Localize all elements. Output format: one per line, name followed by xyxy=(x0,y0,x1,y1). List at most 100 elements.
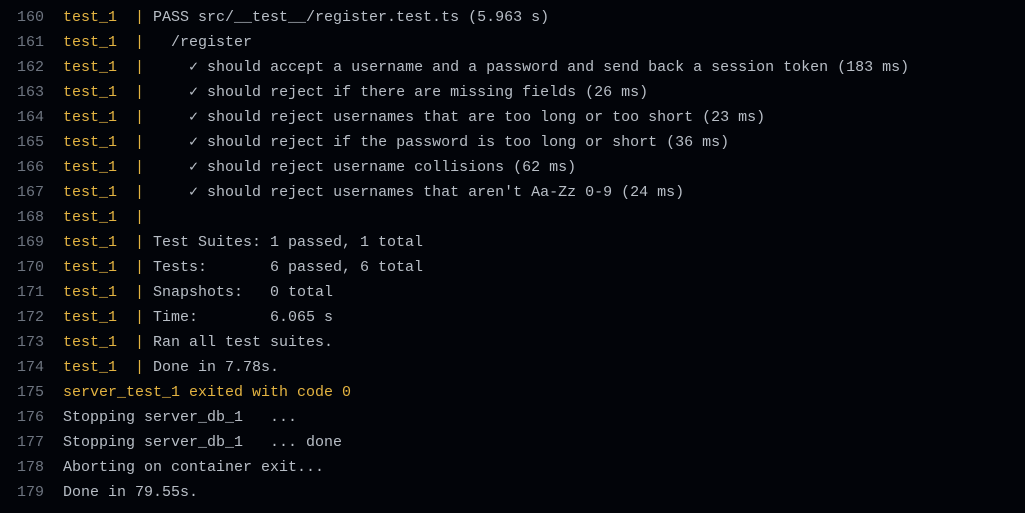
service-name: test_1 xyxy=(63,134,118,151)
line-number: 172 xyxy=(16,309,44,326)
log-message: Time: 6.065 s xyxy=(153,309,334,326)
log-content: Stopping server_db_1 ... xyxy=(63,405,297,430)
log-line: 174 test_1 | Done in 7.78s. xyxy=(0,355,1025,380)
log-content: test_1 | Time: 6.065 s xyxy=(63,305,333,330)
line-number: 178 xyxy=(16,459,44,476)
service-name: test_1 xyxy=(63,84,118,101)
log-content: test_1 | Done in 7.78s. xyxy=(63,355,279,380)
service-separator: | xyxy=(135,34,154,51)
log-content: test_1 | /register xyxy=(63,30,252,55)
log-content: test_1 | ✓ should reject if there are mis… xyxy=(63,80,648,105)
service-separator: | xyxy=(135,359,154,376)
log-content: test_1 | Tests: 6 passed, 6 total xyxy=(63,255,423,280)
log-line: 178 Aborting on container exit... xyxy=(0,455,1025,480)
service-separator: | xyxy=(135,109,154,126)
log-line: 170 test_1 | Tests: 6 passed, 6 total xyxy=(0,255,1025,280)
log-message: Ran all test suites. xyxy=(153,334,334,351)
service-separator: | xyxy=(135,234,154,251)
log-line: 173 test_1 | Ran all test suites. xyxy=(0,330,1025,355)
log-message: Aborting on container exit... xyxy=(63,459,325,476)
service-separator: | xyxy=(135,134,154,151)
log-message: ✓ should accept a username and a passwor… xyxy=(153,59,910,76)
log-message: PASS src/__test__/register.test.ts (5.96… xyxy=(153,9,550,26)
service-name: test_1 xyxy=(63,34,118,51)
log-content: test_1 | ✓ should reject usernames that a… xyxy=(63,105,765,130)
log-line: 177 Stopping server_db_1 ... done xyxy=(0,430,1025,455)
line-number: 170 xyxy=(16,259,44,276)
log-message: Done in 7.78s. xyxy=(153,359,280,376)
log-content: test_1 | PASS src/__test__/register.test.… xyxy=(63,5,549,30)
service-name: test_1 xyxy=(63,9,118,26)
log-message: Stopping server_db_1 ... xyxy=(63,409,298,426)
log-content: test_1 | ✓ should reject usernames that a… xyxy=(63,180,684,205)
service-separator: | xyxy=(135,209,154,226)
service-separator: | xyxy=(135,9,154,26)
line-number: 179 xyxy=(16,484,44,501)
line-number: 175 xyxy=(16,384,44,401)
log-message: Snapshots: 0 total xyxy=(153,284,334,301)
line-number: 160 xyxy=(16,9,44,26)
service-name: test_1 xyxy=(63,159,118,176)
log-message: Test Suites: 1 passed, 1 total xyxy=(153,234,424,251)
service-separator: | xyxy=(135,184,154,201)
service-separator: | xyxy=(135,284,154,301)
log-line: 160 test_1 | PASS src/__test__/register.te… xyxy=(0,5,1025,30)
log-content: test_1 | ✓ should reject if the password … xyxy=(63,130,729,155)
service-separator: | xyxy=(135,309,154,326)
line-number: 169 xyxy=(16,234,44,251)
line-number: 163 xyxy=(16,84,44,101)
service-name: test_1 xyxy=(63,109,118,126)
log-line: 162 test_1 | ✓ should accept a username an… xyxy=(0,55,1025,80)
line-number: 164 xyxy=(16,109,44,126)
service-separator: | xyxy=(135,59,154,76)
log-line: 165 test_1 | ✓ should reject if the passwo… xyxy=(0,130,1025,155)
log-content: test_1 | ✓ should accept a username and a… xyxy=(63,55,909,80)
log-line: 167 test_1 | ✓ should reject usernames tha… xyxy=(0,180,1025,205)
log-line: 179 Done in 79.55s. xyxy=(0,480,1025,505)
log-message: ✓ should reject if the password is too l… xyxy=(153,134,730,151)
log-message: ✓ should reject usernames that are too l… xyxy=(153,109,766,126)
log-content: Done in 79.55s. xyxy=(63,480,198,505)
log-line: 175 server_test_1 exited with code 0 xyxy=(0,380,1025,405)
log-line: 163 test_1 | ✓ should reject if there are … xyxy=(0,80,1025,105)
log-line: 176 Stopping server_db_1 ... xyxy=(0,405,1025,430)
log-message: Stopping server_db_1 ... done xyxy=(63,434,343,451)
log-message: server_test_1 exited with code 0 xyxy=(63,384,352,401)
service-name: test_1 xyxy=(63,209,118,226)
line-number: 174 xyxy=(16,359,44,376)
log-line: 172 test_1 | Time: 6.065 s xyxy=(0,305,1025,330)
log-line: 169 test_1 | Test Suites: 1 passed, 1 tota… xyxy=(0,230,1025,255)
log-message: ✓ should reject username collisions (62 … xyxy=(153,159,577,176)
service-name: test_1 xyxy=(63,309,118,326)
line-number: 171 xyxy=(16,284,44,301)
line-number: 177 xyxy=(16,434,44,451)
log-message: Tests: 6 passed, 6 total xyxy=(153,259,424,276)
log-line: 166 test_1 | ✓ should reject username coll… xyxy=(0,155,1025,180)
service-separator: | xyxy=(135,259,154,276)
log-line: 161 test_1 | /register xyxy=(0,30,1025,55)
log-message: /register xyxy=(153,34,253,51)
line-number: 167 xyxy=(16,184,44,201)
log-content: test_1 | Ran all test suites. xyxy=(63,330,333,355)
log-line: 164 test_1 | ✓ should reject usernames tha… xyxy=(0,105,1025,130)
service-separator: | xyxy=(135,334,154,351)
log-message: ✓ should reject if there are missing fie… xyxy=(153,84,649,101)
terminal-output[interactable]: 160 test_1 | PASS src/__test__/register.te… xyxy=(0,0,1025,513)
line-number: 161 xyxy=(16,34,44,51)
log-content: server_test_1 exited with code 0 xyxy=(63,380,351,405)
service-name: test_1 xyxy=(63,234,118,251)
log-content: test_1 | xyxy=(63,205,153,230)
line-number: 162 xyxy=(16,59,44,76)
service-name: test_1 xyxy=(63,334,118,351)
log-content: test_1 | Test Suites: 1 passed, 1 total xyxy=(63,230,423,255)
service-name: test_1 xyxy=(63,359,118,376)
service-name: test_1 xyxy=(63,59,118,76)
log-message: Done in 79.55s. xyxy=(63,484,199,501)
log-line: 168 test_1 | xyxy=(0,205,1025,230)
log-content: Aborting on container exit... xyxy=(63,455,324,480)
service-separator: | xyxy=(135,159,154,176)
line-number: 176 xyxy=(16,409,44,426)
log-content: test_1 | ✓ should reject username collisi… xyxy=(63,155,576,180)
service-separator: | xyxy=(135,84,154,101)
line-number: 166 xyxy=(16,159,44,176)
